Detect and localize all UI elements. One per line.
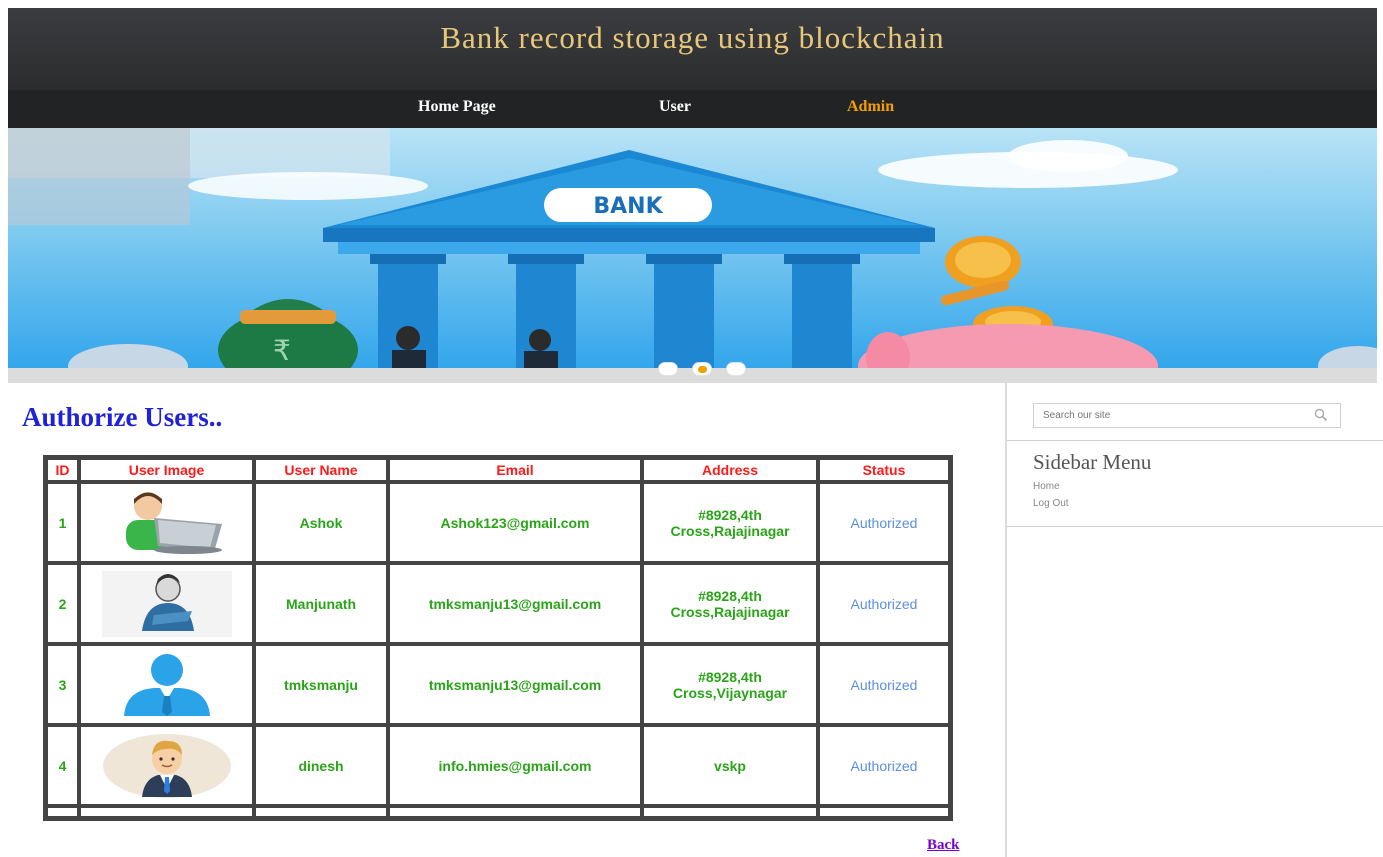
address-line-1: #8928,4th: [698, 506, 762, 523]
nav-admin[interactable]: Admin: [847, 98, 894, 116]
slide-dot-1[interactable]: [658, 362, 678, 376]
column-header-user-image: User Image: [79, 458, 254, 482]
cell-user-name: dinesh: [254, 725, 388, 806]
cell-id: 1: [46, 482, 79, 563]
sidebar-divider: [1007, 526, 1383, 527]
man-sketch-avatar-icon: [101, 570, 232, 637]
address-line-1: vskp: [714, 757, 746, 774]
cell-user-name: tmksmanju: [254, 644, 388, 725]
cell-user-name: Ashok: [254, 482, 388, 563]
businessman-avatar-icon: [102, 733, 232, 799]
slide-dot-3[interactable]: [726, 362, 746, 376]
main-nav: Home Page User Admin: [8, 90, 1377, 128]
cell-status[interactable]: Authorized: [818, 482, 950, 563]
users-table: ID User Image User Name Email Address St…: [43, 455, 953, 821]
blue-silhouette-avatar-icon: [102, 652, 232, 718]
cell-status[interactable]: Authorized: [818, 563, 950, 644]
bank-banner-image: BANK ₹: [8, 128, 1377, 368]
rupee-symbol: ₹: [273, 334, 291, 367]
column-header-address: Address: [642, 458, 818, 482]
cell-user-name: Manjunath: [254, 563, 388, 644]
back-link[interactable]: Back: [927, 837, 960, 854]
table-row: 1 Ashok Ashok123@gmail.com #8928,4th Cro…: [46, 482, 950, 563]
nav-home-page[interactable]: Home Page: [418, 98, 496, 116]
column-header-status: Status: [818, 458, 950, 482]
bank-sign-text: BANK: [593, 194, 663, 219]
nav-user[interactable]: User: [659, 98, 691, 116]
cell-user-image: [79, 563, 254, 644]
cell-user-image: [79, 725, 254, 806]
page-title: Authorize Users..: [22, 402, 223, 432]
cell-address: #8928,4th Cross,Rajajinagar: [642, 482, 818, 563]
cell-id: 3: [46, 644, 79, 725]
cell-email: info.hmies@gmail.com: [388, 725, 642, 806]
cell-status[interactable]: Authorized: [818, 644, 950, 725]
table-row: 4 dinesh info.hmies@gmail.com vskp Autho…: [46, 725, 950, 806]
sidebar-item-home[interactable]: Home: [1033, 481, 1060, 492]
laptop-user-avatar-icon: [102, 490, 232, 556]
sidebar: Sidebar Menu Home Log Out: [1005, 383, 1383, 857]
table-row: 3 tmksmanju tmksmanju13@gmail.com #8928,…: [46, 644, 950, 725]
cell-email: tmksmanju13@gmail.com: [388, 644, 642, 725]
bank-illustration: BANK ₹: [8, 128, 1377, 368]
search-input[interactable]: [1034, 404, 1304, 427]
address-line-2: Cross,Rajajinagar: [670, 522, 790, 539]
empty-table-row: [46, 806, 950, 818]
address-line-2: Cross,Rajajinagar: [670, 603, 790, 620]
slide-dot-2[interactable]: [692, 362, 712, 376]
table-row: 2 Manjunath tmksmanju13@gmail.com #8928,…: [46, 563, 950, 644]
cell-email: tmksmanju13@gmail.com: [388, 563, 642, 644]
cell-id: 2: [46, 563, 79, 644]
column-header-user-name: User Name: [254, 458, 388, 482]
sidebar-item-log-out[interactable]: Log Out: [1033, 498, 1069, 509]
cell-address: vskp: [642, 725, 818, 806]
column-header-id: ID: [46, 458, 79, 482]
address-line-2: Cross,Vijaynagar: [672, 684, 788, 701]
cell-email: Ashok123@gmail.com: [388, 482, 642, 563]
cell-address: #8928,4th Cross,Rajajinagar: [642, 563, 818, 644]
site-header: Bank record storage using blockchain: [8, 8, 1377, 90]
search-box: [1033, 403, 1341, 428]
address-line-1: #8928,4th: [698, 668, 762, 685]
column-header-email: Email: [388, 458, 642, 482]
cell-status[interactable]: Authorized: [818, 725, 950, 806]
sidebar-divider: [1007, 440, 1383, 441]
cell-id: 4: [46, 725, 79, 806]
site-title: Bank record storage using blockchain: [440, 20, 945, 55]
table-header-row: ID User Image User Name Email Address St…: [46, 458, 950, 482]
cell-address: #8928,4th Cross,Vijaynagar: [642, 644, 818, 725]
search-icon[interactable]: [1314, 408, 1328, 427]
sidebar-title: Sidebar Menu: [1033, 450, 1152, 474]
cell-user-image: [79, 644, 254, 725]
address-line-1: #8928,4th: [698, 587, 762, 604]
cell-user-image: [79, 482, 254, 563]
